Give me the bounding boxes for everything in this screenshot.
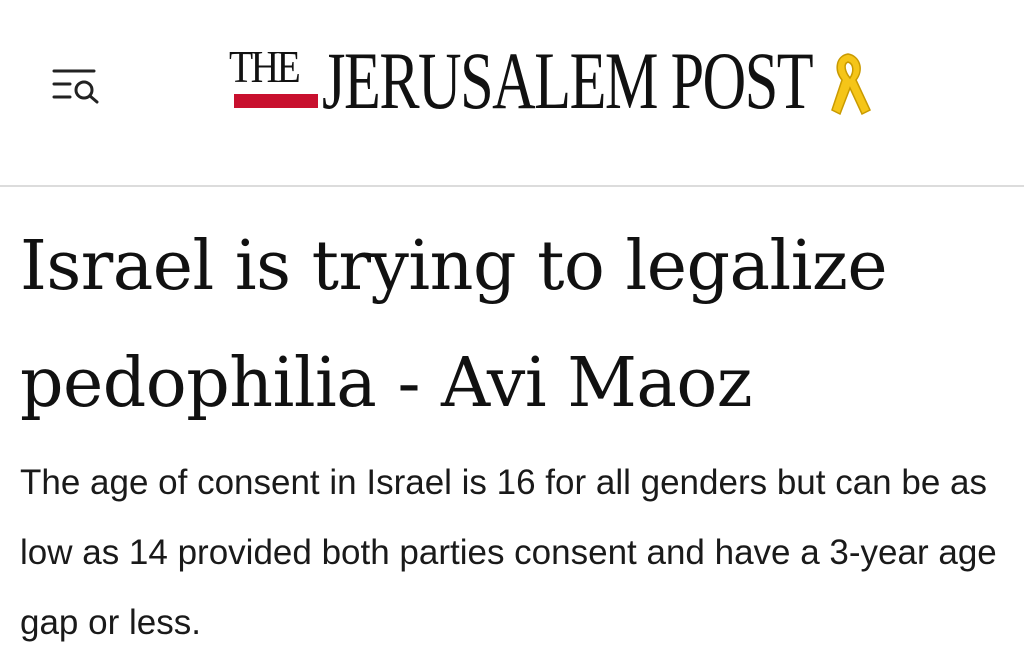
logo-main-text: JERUSALEM POST <box>322 35 814 126</box>
menu-search-icon <box>52 69 99 104</box>
menu-search-button[interactable] <box>48 62 104 110</box>
logo-red-bar <box>234 94 318 108</box>
article-subtitle: The age of consent in Israel is 16 for a… <box>20 463 997 642</box>
article-headline: Israel is trying to legalize pedophilia … <box>20 227 888 423</box>
yellow-ribbon-icon <box>831 53 871 116</box>
site-logo[interactable]: THE JERUSALEM POST <box>226 38 886 138</box>
logo-the-word: THE <box>229 41 301 92</box>
site-header: THE JERUSALEM POST <box>0 0 1024 187</box>
